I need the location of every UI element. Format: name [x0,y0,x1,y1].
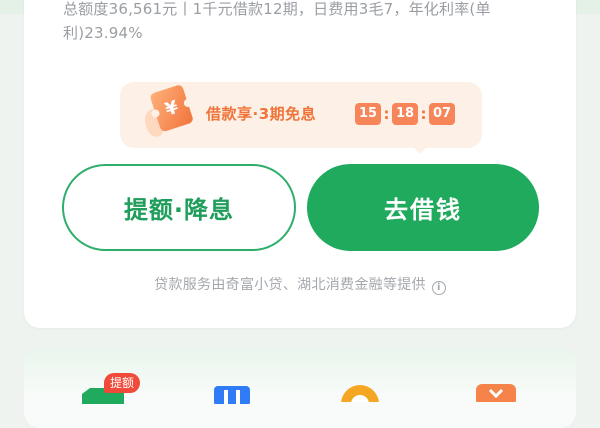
info-icon[interactable]: i [431,281,446,295]
countdown-separator: : [420,105,427,123]
quota-description: 总额度36,561元丨1千元借款12期，日费用3毛7，年化利率(单利)23.94… [63,0,491,42]
orange-yen-icon[interactable] [472,382,520,402]
provider-note-text: 贷款服务由奇富小贷、湖北消费金融等提供 [154,277,426,293]
promo-banner-pointer [412,146,428,154]
countdown-timer: 15 : 18 : 07 [355,103,455,125]
raise-limit-badge: 提额 [104,373,141,393]
provider-note: 贷款服务由奇富小贷、湖北消费金融等提供 i [0,275,600,295]
raise-limit-button[interactable]: 提额·降息 [62,164,296,251]
coupon-ticket-icon: ¥ [144,85,193,137]
countdown-seconds: 07 [429,103,455,125]
countdown-minutes: 18 [392,103,418,125]
countdown-separator: : [383,105,390,123]
countdown-hours: 15 [355,103,381,125]
blue-h-icon[interactable] [212,384,252,404]
promo-title: 借款享·3期免息 [206,105,317,123]
orange-circle-icon[interactable] [340,382,380,402]
borrow-button[interactable]: 去借钱 [307,164,539,251]
